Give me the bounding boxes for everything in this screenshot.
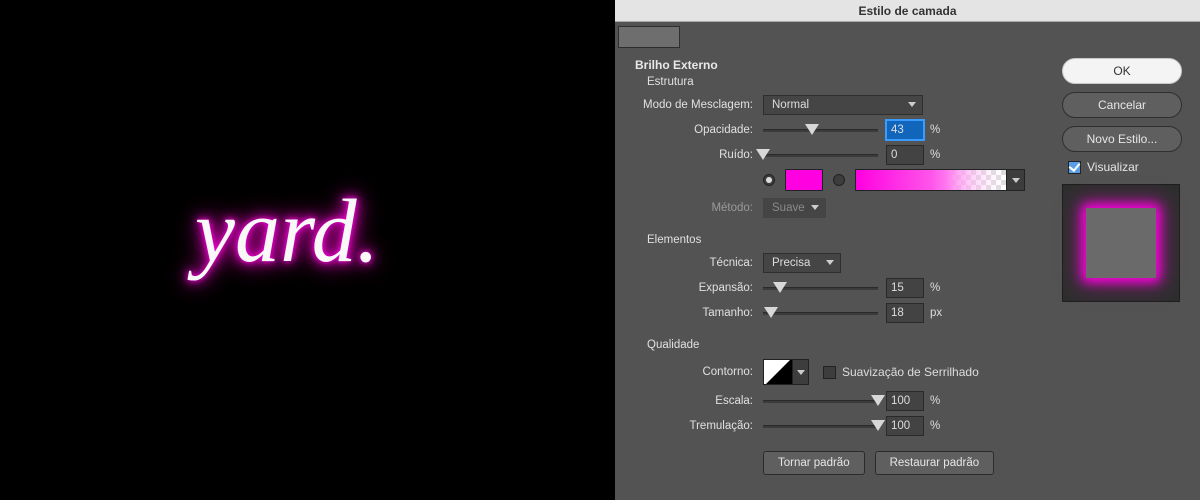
gradient-radio[interactable] xyxy=(833,174,845,186)
jitter-label: Tremulação: xyxy=(635,420,763,432)
layer-style-dialog: Estilo de camada Brilho Externo Estrutur… xyxy=(615,0,1200,500)
gradient-select-caret[interactable] xyxy=(1007,169,1025,191)
noise-unit: % xyxy=(930,149,940,161)
method-value: Suave xyxy=(772,202,805,214)
blend-mode-label: Modo de Mesclagem: xyxy=(635,99,763,111)
size-label: Tamanho: xyxy=(635,307,763,319)
chevron-down-icon xyxy=(797,370,805,375)
blend-mode-value: Normal xyxy=(772,99,809,111)
range-unit: % xyxy=(930,395,940,407)
active-effect-tab[interactable] xyxy=(618,26,680,48)
spread-unit: % xyxy=(930,282,940,294)
method-select: Suave xyxy=(763,198,826,218)
range-label: Escala: xyxy=(635,395,763,407)
ok-button[interactable]: OK xyxy=(1062,58,1182,84)
chevron-down-icon xyxy=(1012,178,1020,183)
noise-label: Ruído: xyxy=(635,149,763,161)
reset-default-button[interactable]: Restaurar padrão xyxy=(875,451,995,475)
method-label: Método: xyxy=(635,202,763,214)
gradient-swatch[interactable] xyxy=(855,169,1007,191)
size-unit: px xyxy=(930,307,942,319)
size-slider[interactable] xyxy=(763,305,878,321)
jitter-field[interactable]: 100 xyxy=(886,416,924,436)
opacity-field[interactable]: 43 xyxy=(886,120,924,140)
opacity-label: Opacidade: xyxy=(635,124,763,136)
structure-heading: Estrutura xyxy=(647,76,1048,88)
technique-select[interactable]: Precisa xyxy=(763,253,841,273)
blend-mode-select[interactable]: Normal xyxy=(763,95,923,115)
make-default-button[interactable]: Tornar padrão xyxy=(763,451,865,475)
size-field[interactable]: 18 xyxy=(886,303,924,323)
chevron-down-icon xyxy=(811,205,819,210)
preview-checkbox[interactable] xyxy=(1068,161,1081,174)
spread-label: Expansão: xyxy=(635,282,763,294)
dialog-tab-strip xyxy=(615,22,1200,52)
contour-select-caret[interactable] xyxy=(793,359,809,385)
chevron-down-icon xyxy=(908,102,916,107)
contour-swatch[interactable] xyxy=(763,359,793,385)
cancel-button[interactable]: Cancelar xyxy=(1062,92,1182,118)
spread-field[interactable]: 15 xyxy=(886,278,924,298)
preview-shape xyxy=(1086,208,1156,278)
effect-preview xyxy=(1062,184,1180,302)
spread-slider[interactable] xyxy=(763,280,878,296)
solid-color-swatch[interactable] xyxy=(785,169,823,191)
range-slider[interactable] xyxy=(763,393,878,409)
solid-color-radio[interactable] xyxy=(763,174,775,186)
elements-heading: Elementos xyxy=(647,234,1048,246)
antialias-label: Suavização de Serrilhado xyxy=(842,365,979,379)
opacity-slider[interactable] xyxy=(763,122,878,138)
neon-sample-text: yard. xyxy=(195,180,379,283)
opacity-unit: % xyxy=(930,124,940,136)
canvas-area: yard. xyxy=(0,0,615,500)
jitter-slider[interactable] xyxy=(763,418,878,434)
technique-value: Precisa xyxy=(772,257,810,269)
noise-field[interactable]: 0 xyxy=(886,145,924,165)
chevron-down-icon xyxy=(826,260,834,265)
quality-heading: Qualidade xyxy=(647,339,1048,351)
preview-label: Visualizar xyxy=(1087,160,1139,174)
technique-label: Técnica: xyxy=(635,257,763,269)
dialog-title: Estilo de camada xyxy=(615,0,1200,22)
antialias-checkbox[interactable] xyxy=(823,366,836,379)
range-field[interactable]: 100 xyxy=(886,391,924,411)
jitter-unit: % xyxy=(930,420,940,432)
new-style-button[interactable]: Novo Estilo... xyxy=(1062,126,1182,152)
effect-heading: Brilho Externo xyxy=(635,58,1048,72)
noise-slider[interactable] xyxy=(763,147,878,163)
contour-label: Contorno: xyxy=(635,366,763,378)
